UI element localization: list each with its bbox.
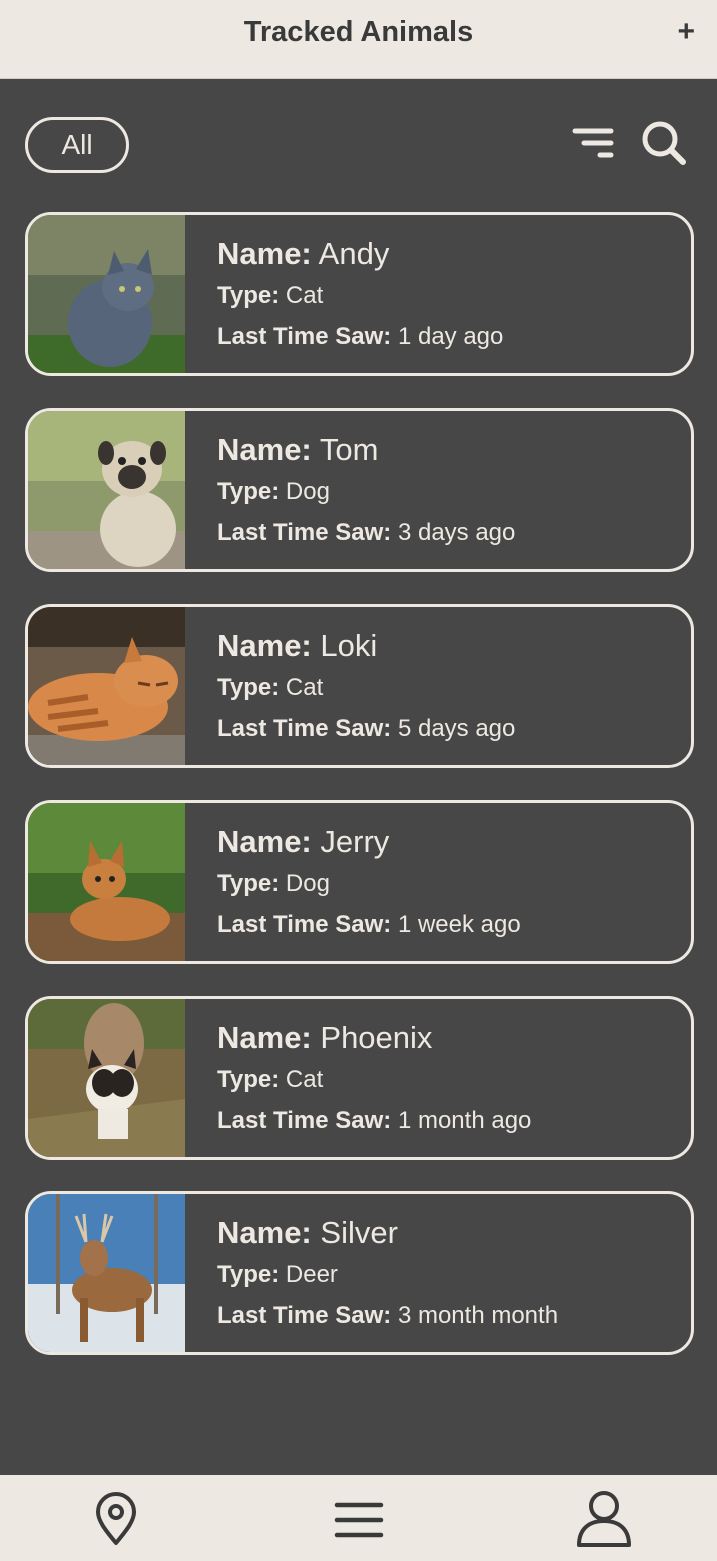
animal-info: Name: Silver Type: Deer Last Time Saw: 3…: [217, 1214, 558, 1331]
animal-card[interactable]: Name: Loki Type: Cat Last Time Saw: 5 da…: [25, 604, 694, 768]
animal-card[interactable]: Name: Silver Type: Deer Last Time Saw: 3…: [25, 1191, 694, 1355]
user-icon[interactable]: [575, 1489, 633, 1547]
animal-name: Tom: [319, 432, 379, 467]
animal-card[interactable]: Name: Phoenix Type: Cat Last Time Saw: 1…: [25, 996, 694, 1160]
deer-photo: [28, 1194, 185, 1352]
animal-info: Name: Jerry Type: Dog Last Time Saw: 1 w…: [217, 823, 521, 940]
last-seen-label: Last Time Saw:: [217, 519, 392, 546]
map-pin-icon[interactable]: [88, 1491, 144, 1547]
animal-last-seen: 3 days ago: [397, 519, 516, 546]
animal-type: Cat: [285, 674, 324, 701]
last-seen-label: Last Time Saw:: [217, 1107, 392, 1134]
page-title: Tracked Animals: [243, 16, 474, 48]
animal-card[interactable]: Name: Tom Type: Dog Last Time Saw: 3 day…: [25, 408, 694, 572]
name-label: Name:: [217, 628, 312, 663]
filter-lines-icon[interactable]: [570, 124, 616, 164]
animal-name: Loki: [320, 628, 378, 663]
animal-info: Name: Tom Type: Dog Last Time Saw: 3 day…: [217, 431, 515, 548]
animal-name: Jerry: [320, 824, 390, 859]
animal-name: Silver: [320, 1215, 398, 1250]
animal-card[interactable]: Name: Andy Type: Cat Last Time Saw: 1 da…: [25, 212, 694, 376]
type-label: Type:: [217, 870, 280, 897]
type-label: Type:: [217, 1066, 280, 1093]
animal-card[interactable]: Name: Jerry Type: Dog Last Time Saw: 1 w…: [25, 800, 694, 964]
last-seen-label: Last Time Saw:: [217, 715, 392, 742]
cat-photo: [28, 999, 185, 1157]
animal-last-seen: 5 days ago: [397, 715, 516, 742]
animal-type: Cat: [285, 282, 324, 309]
last-seen-label: Last Time Saw:: [217, 1302, 392, 1329]
animal-info: Name: Andy Type: Cat Last Time Saw: 1 da…: [217, 235, 503, 352]
last-seen-label: Last Time Saw:: [217, 911, 392, 938]
app-header: Tracked Animals +: [0, 0, 717, 79]
animal-last-seen: 3 month month: [397, 1302, 559, 1329]
cat-photo: [28, 607, 185, 765]
animal-name: Phoenix: [320, 1020, 433, 1055]
animal-last-seen: 1 month ago: [397, 1107, 532, 1134]
animal-last-seen: 1 day ago: [397, 323, 504, 350]
dog-photo: [28, 803, 185, 961]
animal-name: Andy: [318, 236, 390, 271]
type-label: Type:: [217, 674, 280, 701]
animal-type: Deer: [285, 1261, 338, 1288]
animal-info: Name: Phoenix Type: Cat Last Time Saw: 1…: [217, 1019, 531, 1136]
last-seen-label: Last Time Saw:: [217, 323, 392, 350]
animal-type: Dog: [285, 870, 330, 897]
animal-last-seen: 1 week ago: [397, 911, 521, 938]
animal-info: Name: Loki Type: Cat Last Time Saw: 5 da…: [217, 627, 515, 744]
animal-type: Dog: [285, 478, 330, 505]
search-icon[interactable]: [640, 119, 688, 167]
name-label: Name:: [217, 1020, 312, 1055]
type-label: Type:: [217, 282, 280, 309]
name-label: Name:: [217, 432, 312, 467]
name-label: Name:: [217, 1215, 312, 1250]
type-label: Type:: [217, 1261, 280, 1288]
add-animal-button[interactable]: +: [677, 14, 695, 50]
dog-photo: [28, 411, 185, 569]
filter-all-pill[interactable]: All: [25, 117, 129, 173]
animal-type: Cat: [285, 1066, 324, 1093]
menu-icon[interactable]: [331, 1491, 387, 1547]
type-label: Type:: [217, 478, 280, 505]
bottom-nav: [0, 1475, 717, 1561]
name-label: Name:: [217, 824, 312, 859]
name-label: Name:: [217, 236, 312, 271]
cat-photo: [28, 215, 185, 373]
